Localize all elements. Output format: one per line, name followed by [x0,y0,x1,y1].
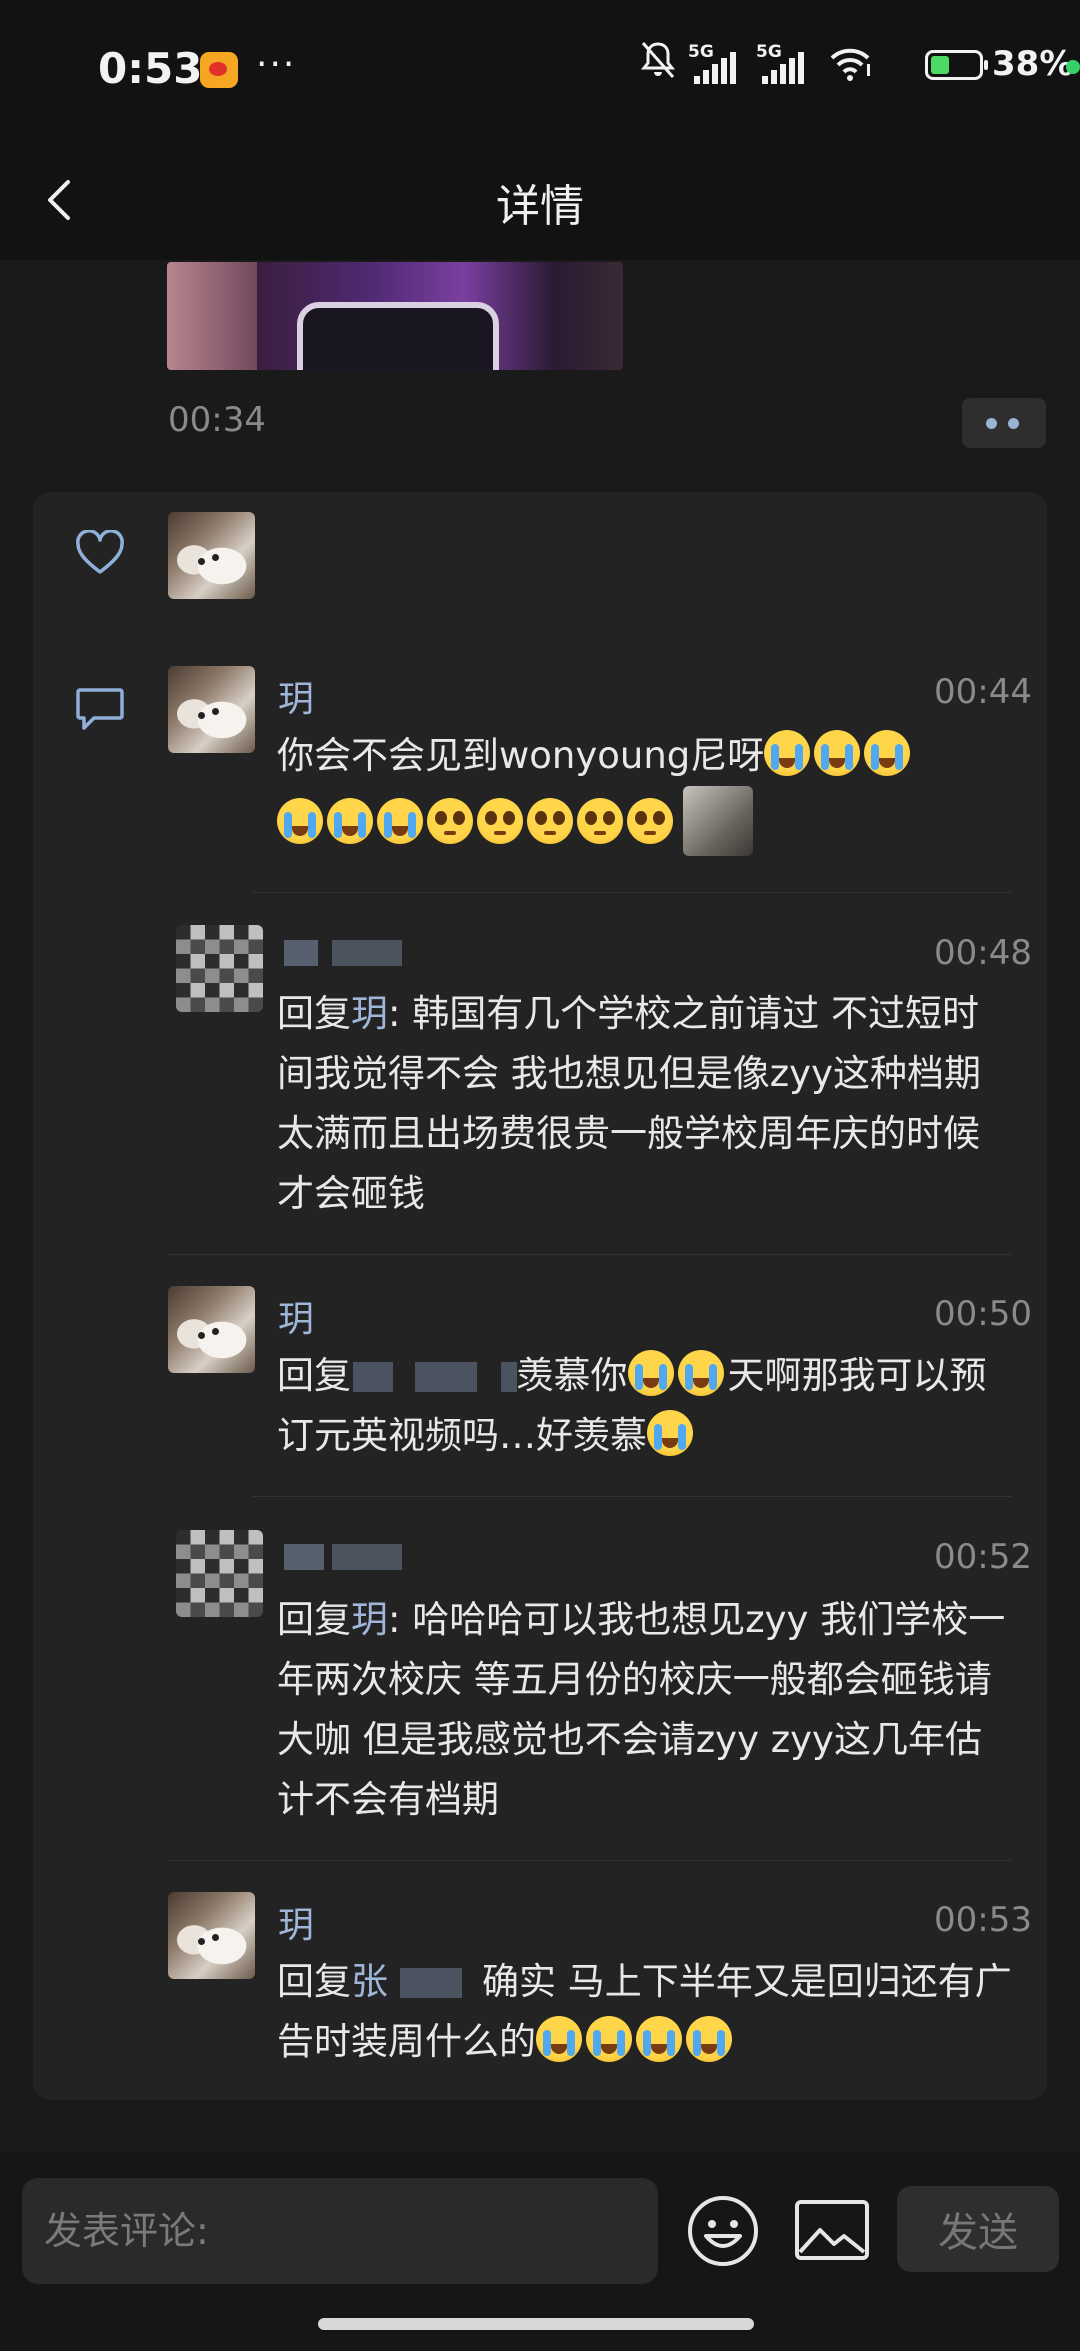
comment-text: 回复 羡慕你 天啊那我可以预订元英视频吗…好羡慕 [277,1346,1013,1466]
crying-emoji-icon [536,2016,582,2062]
battery-icon [925,50,988,80]
crying-emoji-icon [277,798,323,844]
liker-avatar[interactable] [168,512,255,599]
signal-icon-2: 5G [756,42,812,84]
weibo-notification-icon [200,52,238,88]
home-indicator[interactable] [318,2318,754,2330]
send-button[interactable]: 发送 [897,2186,1059,2272]
reply-to-link[interactable]: 玥 [351,1598,388,1641]
redacted-username [353,1362,393,1392]
divider [252,892,1012,893]
crying-emoji-icon [647,1410,693,1456]
crying-emoji-icon [586,2016,632,2062]
commenter-name-redacted[interactable] [284,1544,402,1570]
sticker-image [683,786,753,856]
avatar[interactable] [176,925,263,1012]
status-time: 0:53 [98,44,203,93]
commenter-name[interactable]: 玥 [278,1896,314,1948]
comment-text: 回复张 确实 马上下半年又是回归还有广告时装周什么的 [277,1960,1012,2063]
comment-input[interactable] [22,2178,658,2284]
comment-time: 00:50 [934,1294,1032,1334]
avatar[interactable] [168,1892,255,1979]
comment-text: 回复玥: 哈哈哈可以我也想见zyy 我们学校一年两次校庆 等五月份的校庆一般都会… [277,1598,1006,1821]
comment-text: 你会不会见到wonyoung尼呀 [277,726,1013,856]
post-video-thumbnail[interactable] [167,262,623,370]
avatar[interactable] [168,1286,255,1373]
more-notifications-icon: ··· [256,44,297,85]
crying-emoji-icon [686,2016,732,2062]
image-icon[interactable] [794,2198,870,2262]
reply-to-link[interactable]: 张 [351,1960,388,2003]
crying-emoji-icon [377,798,423,844]
comment-time: 00:52 [934,1537,1032,1577]
comment-bubble-icon [76,688,124,730]
redacted-username [414,1362,477,1392]
pleading-emoji-icon [577,798,623,844]
post-time: 00:34 [168,400,266,440]
redacted-username [400,1968,462,1998]
avatar[interactable] [176,1530,263,1617]
pleading-emoji-icon [627,798,673,844]
nav-header: 详情 [0,140,1080,260]
commenter-name[interactable]: 玥 [278,1290,314,1342]
crying-emoji-icon [864,730,911,776]
comment-time: 00:53 [934,1900,1032,1940]
comment-time: 00:48 [934,933,1032,973]
crying-emoji-icon [327,798,373,844]
pleading-emoji-icon [527,798,573,844]
smiley-icon[interactable] [686,2194,760,2268]
page-title: 详情 [496,181,584,232]
wifi-icon [828,46,872,90]
crying-emoji-icon [764,730,811,776]
privacy-indicator-dot [1066,60,1080,74]
battery-percent: 38% [992,44,1074,84]
status-indicators: 5G 5G 38% [640,40,1080,90]
commenter-name[interactable]: 玥 [278,670,314,722]
redacted-username [500,1362,517,1392]
reply-to-link[interactable]: 玥 [351,992,388,1035]
divider [252,1496,1012,1497]
crying-emoji-icon [677,1350,724,1396]
status-bar: 0:53 ··· 5G 5G 38% [0,0,1080,140]
comment-time: 00:44 [934,672,1032,712]
divider [168,1860,1012,1861]
crying-emoji-icon [636,2016,682,2062]
divider [168,1254,1012,1255]
commenter-name-redacted[interactable] [284,940,404,966]
mute-bell-icon [640,40,676,88]
crying-emoji-icon [627,1350,674,1396]
avatar[interactable] [168,666,255,753]
pleading-emoji-icon [427,798,473,844]
pleading-emoji-icon [477,798,523,844]
more-options-button[interactable] [962,398,1046,448]
signal-icon-1: 5G [688,42,744,84]
comment-text: 回复玥: 韩国有几个学校之前请过 不过短时间我觉得不会 我也想见但是像zyy这种… [277,992,981,1215]
heart-outline-icon[interactable] [74,530,126,576]
crying-emoji-icon [814,730,861,776]
